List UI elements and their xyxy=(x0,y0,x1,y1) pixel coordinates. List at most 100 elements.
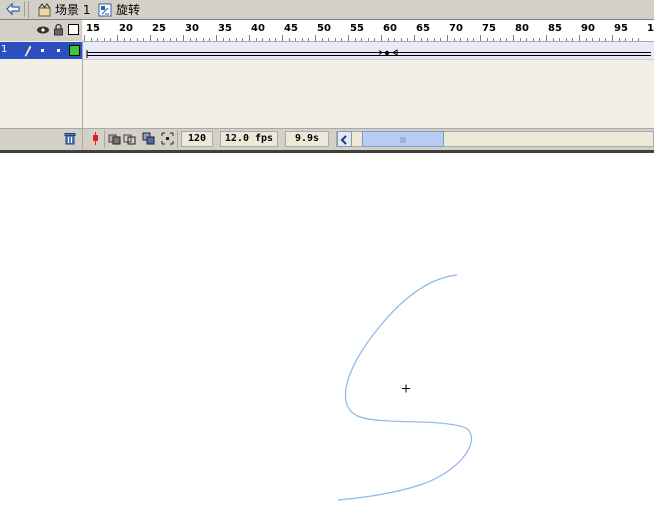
ruler-tick-label: 70 xyxy=(449,23,463,34)
center-frame-icon[interactable] xyxy=(89,132,102,145)
ruler-tick xyxy=(315,35,316,41)
ruler-tick-label: 1 xyxy=(647,23,654,34)
ruler-tick xyxy=(143,38,145,41)
ruler-tick xyxy=(97,38,99,41)
ruler-tick-label: 45 xyxy=(284,23,298,34)
ruler-tick xyxy=(460,38,462,41)
ruler-tick xyxy=(565,38,567,41)
ruler-tick xyxy=(427,38,429,41)
ruler-tick xyxy=(486,38,488,41)
layer-row[interactable]: 1 xyxy=(0,42,82,59)
modify-markers-icon[interactable] xyxy=(161,132,174,145)
scene-breadcrumb[interactable]: 场景 1 xyxy=(55,1,90,18)
ruler-tick xyxy=(381,35,382,41)
ruler-tick xyxy=(453,38,455,41)
ruler-tick xyxy=(466,38,468,41)
layer-outline-swatch[interactable] xyxy=(69,45,80,56)
ruler-tick xyxy=(308,38,310,41)
symbol-breadcrumb[interactable]: 旋转 xyxy=(116,1,140,18)
ruler-tick xyxy=(526,38,528,41)
trash-icon[interactable] xyxy=(64,132,76,145)
ruler-tick xyxy=(268,38,270,41)
ruler-tick xyxy=(249,35,250,41)
eye-icon[interactable] xyxy=(36,24,50,36)
scene-icon xyxy=(38,2,52,21)
ruler-tick xyxy=(90,38,92,41)
ruler-tick xyxy=(631,38,633,41)
frame-rate-display[interactable]: 12.0 fps xyxy=(220,131,278,147)
ruler-tick-label: 90 xyxy=(581,23,595,34)
ruler-tick xyxy=(209,38,211,41)
ruler-tick xyxy=(638,38,640,41)
ruler-tick xyxy=(532,38,534,41)
ruler-tick xyxy=(275,38,277,41)
ruler-tick xyxy=(354,38,356,41)
ruler-tick xyxy=(103,38,105,41)
symbol-icon xyxy=(98,2,112,21)
ruler-tick xyxy=(506,38,508,41)
outline-icon[interactable] xyxy=(68,24,79,35)
ruler-tick xyxy=(499,38,501,41)
ruler-tick xyxy=(361,38,363,41)
ruler-tick xyxy=(189,38,191,41)
ruler-tick xyxy=(183,35,184,41)
ruler-tick xyxy=(493,38,495,41)
scroll-left-button[interactable] xyxy=(337,131,352,147)
ruler-tick xyxy=(136,38,138,41)
elapsed-time-display: 9.9s xyxy=(285,131,329,147)
ruler-tick xyxy=(282,35,283,41)
onion-outline-icon[interactable] xyxy=(123,132,136,145)
registration-point xyxy=(402,384,410,393)
ruler-tick xyxy=(367,38,369,41)
ruler-tick xyxy=(235,38,237,41)
ruler-tick xyxy=(163,38,165,41)
ruler-tick-label: 65 xyxy=(416,23,430,34)
frame-ruler[interactable]: 15 20 25 30 35 40 45 50 55 60 65 70 75 80 85 90 95 1 xyxy=(83,20,654,42)
ruler-tick xyxy=(447,35,448,41)
ruler-tick xyxy=(585,38,587,41)
lock-icon[interactable] xyxy=(53,23,64,36)
ruler-tick-label: 55 xyxy=(350,23,364,34)
ruler-tick xyxy=(519,38,521,41)
ruler-tick xyxy=(400,38,402,41)
back-button[interactable] xyxy=(2,1,25,17)
stage[interactable] xyxy=(0,153,654,530)
ruler-tick xyxy=(394,38,396,41)
lock-dot[interactable] xyxy=(57,49,60,52)
visibility-dot[interactable] xyxy=(41,49,44,52)
ruler-tick xyxy=(407,38,409,41)
ruler-tick-label: 60 xyxy=(383,23,397,34)
ruler-tick-label: 30 xyxy=(185,23,199,34)
ruler-tick xyxy=(513,35,514,41)
ruler-tick xyxy=(123,38,125,41)
ruler-tick xyxy=(176,38,178,41)
ruler-tick-label: 35 xyxy=(218,23,232,34)
ruler-tick xyxy=(605,38,607,41)
ruler-tick-label: 50 xyxy=(317,23,331,34)
ruler-tick xyxy=(156,38,158,41)
ruler-tick xyxy=(242,38,244,41)
onion-skin-icon[interactable] xyxy=(108,132,121,145)
ruler-tick xyxy=(216,35,217,41)
separator xyxy=(177,130,178,148)
edit-multiple-frames-icon[interactable] xyxy=(142,132,155,145)
s-curve-stroke[interactable] xyxy=(337,274,472,501)
ruler-tick xyxy=(387,38,389,41)
ruler-tick xyxy=(420,38,422,41)
ruler-tick xyxy=(202,38,204,41)
ruler-tick xyxy=(598,38,600,41)
ruler-tick-label: 95 xyxy=(614,23,628,34)
ruler-tick xyxy=(414,35,415,41)
chevron-left-icon xyxy=(340,135,347,145)
ruler-tick xyxy=(301,38,303,41)
pencil-icon xyxy=(24,45,32,57)
scroll-thumb[interactable] xyxy=(362,131,444,147)
ruler-tick-label: 20 xyxy=(119,23,133,34)
ruler-tick xyxy=(374,38,376,41)
ruler-tick xyxy=(334,38,336,41)
frame-row[interactable] xyxy=(83,42,654,60)
ruler-tick xyxy=(552,38,554,41)
ruler-tick xyxy=(229,38,231,41)
ruler-tick xyxy=(579,35,580,41)
ruler-tick xyxy=(348,35,349,41)
